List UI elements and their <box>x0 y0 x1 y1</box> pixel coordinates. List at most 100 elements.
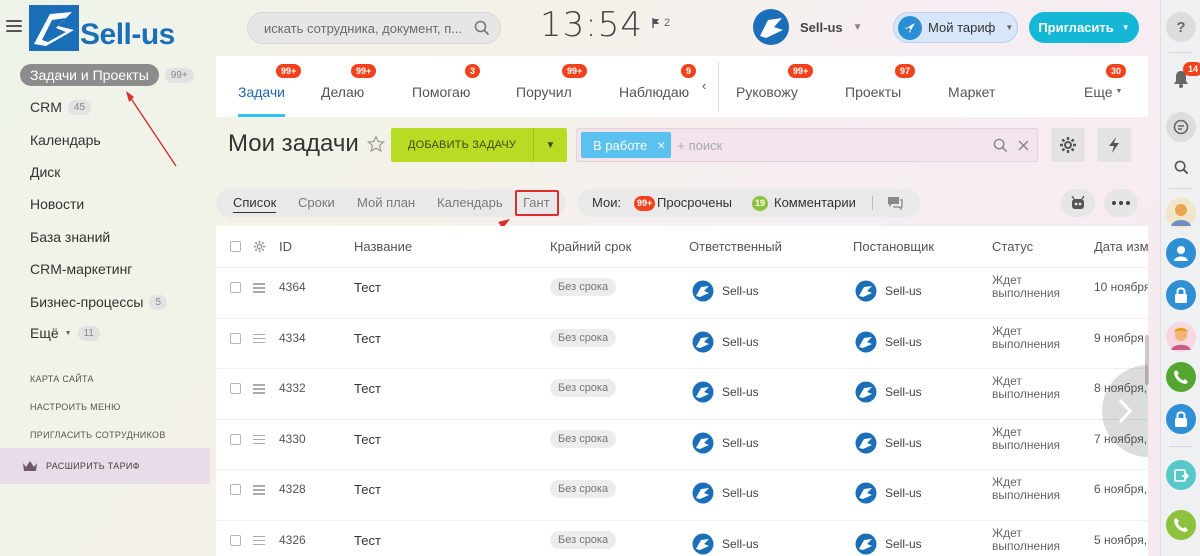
avatar[interactable] <box>1166 198 1196 228</box>
bell-icon[interactable]: 14 <box>1166 62 1200 94</box>
robot-button[interactable] <box>1061 189 1095 217</box>
column-header-id[interactable]: ID <box>279 239 292 254</box>
user-icon[interactable] <box>1166 238 1196 268</box>
upgrade-tariff-button[interactable]: РАСШИРИТЬ ТАРИФ <box>0 448 210 484</box>
chat-icon[interactable] <box>887 196 903 210</box>
automation-button[interactable] <box>1097 128 1131 162</box>
sidebar-item-more[interactable]: Ещё ▼ 11 <box>30 322 100 344</box>
close-icon[interactable] <box>1018 139 1029 151</box>
logo[interactable]: Sell-us <box>28 4 194 54</box>
creator-person[interactable]: Sell-us <box>855 381 922 403</box>
responsible-person[interactable]: Sell-us <box>692 482 759 504</box>
search-icon[interactable] <box>993 138 1008 153</box>
lock-icon[interactable] <box>1166 280 1196 310</box>
row-checkbox[interactable] <box>230 484 241 495</box>
table-row[interactable]: 4364 Тест Без срока Sell-us Sell-us Ждет выпол… <box>216 268 1148 319</box>
gear-icon[interactable] <box>253 240 266 253</box>
column-header-name[interactable]: Название <box>354 239 412 254</box>
close-icon[interactable]: × <box>657 137 665 153</box>
creator-person[interactable]: Sell-us <box>855 280 922 302</box>
tab-projects[interactable]: Проекты 97 <box>845 56 916 117</box>
lock-icon[interactable] <box>1166 404 1196 434</box>
table-row[interactable]: 4334 Тест Без срока Sell-us Sell-us Ждет выпол… <box>216 319 1148 369</box>
chevron-down-icon[interactable]: ▼ <box>533 128 567 162</box>
column-header-status[interactable]: Статус <box>992 239 1033 254</box>
responsible-person[interactable]: Sell-us <box>692 280 759 302</box>
more-button[interactable] <box>1104 189 1138 217</box>
creator-person[interactable]: Sell-us <box>855 331 922 353</box>
table-row[interactable]: 4328 Тест Без срока Sell-us Sell-us Ждет выпол… <box>216 470 1148 521</box>
row-checkbox[interactable] <box>230 383 241 394</box>
sidebar-item-tasks[interactable]: Задачи и Проекты 99+ <box>20 64 194 86</box>
tab-helping[interactable]: Помогаю 3 <box>412 56 481 117</box>
table-row[interactable]: 4326 Тест Без срока Sell-us Sell-us Ждет выпол… <box>216 521 1148 556</box>
help-icon[interactable]: ? <box>1166 12 1196 42</box>
task-name-link[interactable]: Тест <box>354 432 381 447</box>
my-tariff-button[interactable]: Мой тариф ▼ <box>893 12 1018 43</box>
tab-market[interactable]: Маркет <box>948 56 995 117</box>
sitemap-link[interactable]: КАРТА САЙТА <box>30 374 94 384</box>
responsible-person[interactable]: Sell-us <box>692 533 759 555</box>
deadline-badge[interactable]: Без срока <box>550 480 617 498</box>
task-name-link[interactable]: Тест <box>354 331 381 346</box>
creator-person[interactable]: Sell-us <box>855 432 922 454</box>
invite-button[interactable]: Пригласить ▼ <box>1029 12 1139 43</box>
clock[interactable]: 13:54 <box>540 5 643 45</box>
tab-watching[interactable]: Наблюдаю 9 <box>619 56 697 117</box>
call-icon[interactable] <box>1166 510 1196 540</box>
row-checkbox[interactable] <box>230 433 241 445</box>
filter-input[interactable] <box>677 137 993 153</box>
responsible-person[interactable]: Sell-us <box>692 432 759 454</box>
search-icon[interactable] <box>1166 152 1196 182</box>
column-header-creator[interactable]: Постановщик <box>853 239 934 254</box>
view-calendar[interactable]: Календарь <box>437 195 503 210</box>
select-all-checkbox[interactable] <box>230 241 241 252</box>
sidebar-item-crm-marketing[interactable]: CRM-маркетинг <box>30 258 132 280</box>
view-my-plan[interactable]: Мой план <box>357 195 415 210</box>
deadline-badge[interactable]: Без срока <box>550 379 617 397</box>
drag-handle-icon[interactable] <box>253 485 265 497</box>
drag-handle-icon[interactable] <box>253 384 265 396</box>
tab-assigned[interactable]: Поручил 99+ <box>516 56 588 117</box>
view-list[interactable]: Список <box>233 195 277 213</box>
timeman-icon[interactable] <box>1166 460 1196 490</box>
settings-button[interactable] <box>1051 128 1085 162</box>
sidebar-item-news[interactable]: Новости <box>30 193 84 215</box>
column-header-responsible[interactable]: Ответственный <box>689 239 782 254</box>
column-header-changed[interactable]: Дата изме <box>1094 239 1148 254</box>
responsible-person[interactable]: Sell-us <box>692 331 759 353</box>
task-name-link[interactable]: Тест <box>354 482 381 497</box>
sidebar-item-disk[interactable]: Диск <box>30 161 60 183</box>
view-deadlines[interactable]: Сроки <box>298 195 335 210</box>
search-input[interactable] <box>264 20 474 36</box>
row-checkbox[interactable] <box>230 332 241 344</box>
creator-person[interactable]: Sell-us <box>855 482 922 504</box>
phone-icon[interactable] <box>1166 362 1196 392</box>
search-icon[interactable] <box>474 20 490 36</box>
tab-doing[interactable]: Делаю 99+ <box>321 56 377 117</box>
row-checkbox[interactable] <box>230 534 241 546</box>
comments-filter[interactable]: Комментарии <box>774 195 856 210</box>
sidebar-item-knowledge-base[interactable]: База знаний <box>30 226 110 248</box>
star-icon[interactable] <box>366 135 385 153</box>
task-name-link[interactable]: Тест <box>354 280 381 295</box>
tab-more[interactable]: Еще ▼ 30 <box>1084 56 1127 117</box>
tab-tasks[interactable]: Задачи 99+ <box>238 56 302 117</box>
add-task-button[interactable]: ДОБАВИТЬ ЗАДАЧУ ▼ <box>391 128 567 162</box>
table-row[interactable]: 4332 Тест Без срока Sell-us Sell-us Ждет выпол… <box>216 369 1148 420</box>
chevron-left-icon[interactable]: ‹ <box>702 78 706 93</box>
overdue-filter[interactable]: Просрочены <box>657 195 732 210</box>
filter-search[interactable]: В работе × <box>576 128 1038 162</box>
drag-handle-icon[interactable] <box>253 434 265 447</box>
flag-counter[interactable]: 2 <box>652 17 670 29</box>
sidebar-item-bizproc[interactable]: Бизнес-процессы 5 <box>30 291 168 313</box>
sidebar-item-calendar[interactable]: Календарь <box>30 129 101 151</box>
invite-employees-link[interactable]: ПРИГЛАСИТЬ СОТРУДНИКОВ <box>30 430 166 440</box>
drag-handle-icon[interactable] <box>253 535 265 548</box>
deadline-badge[interactable]: Без срока <box>550 429 617 448</box>
deadline-badge[interactable]: Без срока <box>550 530 617 549</box>
row-checkbox[interactable] <box>230 282 241 293</box>
search-box[interactable] <box>247 12 501 44</box>
table-row[interactable]: 4330 Тест Без срока Sell-us Sell-us Ждет выпол… <box>216 420 1148 470</box>
tab-managing[interactable]: Руковожу 99+ <box>736 56 814 117</box>
